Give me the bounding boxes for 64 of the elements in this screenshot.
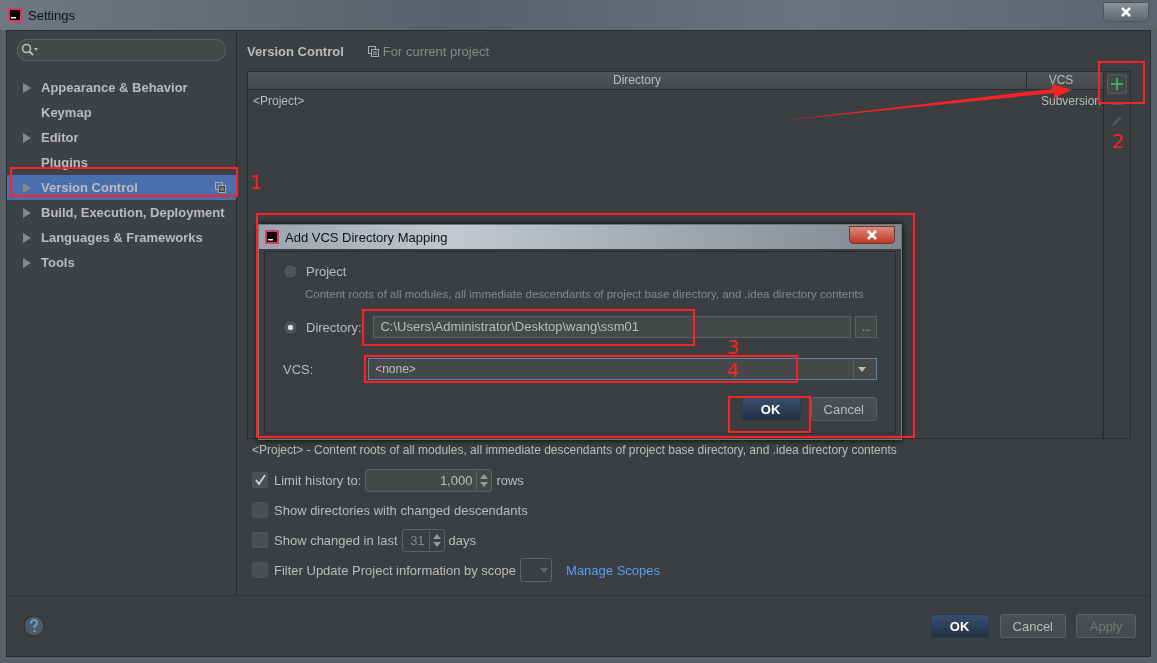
sidebar-item[interactable]: Tools: [7, 250, 236, 275]
sidebar-item[interactable]: Languages & Frameworks: [7, 225, 236, 250]
search-field[interactable]: [17, 39, 226, 61]
manage-scopes-link[interactable]: Manage Scopes: [566, 562, 660, 578]
expand-arrow-icon[interactable]: [23, 257, 31, 268]
expand-arrow-icon[interactable]: [23, 132, 31, 143]
scope-label: For current project: [382, 43, 489, 59]
ok-button[interactable]: OK: [740, 397, 801, 421]
vcs-label: VCS:: [283, 361, 315, 377]
close-button[interactable]: [1103, 2, 1149, 22]
highlight-frame: [1098, 61, 1145, 104]
table-cell-text: Subversion: [1039, 94, 1102, 108]
close-button[interactable]: [849, 226, 895, 244]
unit-label: rows: [496, 472, 524, 488]
table-cell-text: <Project>: [252, 94, 306, 108]
annotation-number: 1: [250, 174, 263, 190]
column-header[interactable]: Directory: [248, 72, 1027, 89]
note-text: <Project> - Content roots of all modules, all immediate descendants of project base directory, and .idea directory contents: [252, 443, 898, 457]
sidebar-item[interactable]: Keymap: [7, 100, 236, 125]
search-icon: [21, 43, 39, 57]
close-icon: [1121, 7, 1131, 17]
project-icon: [367, 45, 379, 57]
app-icon: [265, 230, 279, 244]
dialog-title: Add VCS Directory Mapping: [285, 229, 448, 245]
sidebar-item[interactable]: Version Control: [7, 175, 236, 200]
radio-label: Directory:: [306, 319, 362, 335]
hint-text: Content roots of all modules, all immediate descendants of project base directory, and .idea directory contents: [305, 288, 865, 300]
ok-button[interactable]: OK: [929, 614, 990, 638]
radio-button[interactable]: [283, 319, 298, 335]
checkbox[interactable]: [252, 502, 268, 518]
browse-button[interactable]: ...: [855, 316, 877, 338]
sidebar-item[interactable]: Appearance & Behavior: [7, 75, 236, 100]
window-title: Settings: [28, 7, 75, 23]
radio-button[interactable]: [283, 264, 298, 279]
option-label: Limit history to:: [274, 472, 362, 488]
close-icon: [867, 230, 877, 240]
sidebar-item[interactable]: Build, Execution, Deployment: [7, 200, 236, 225]
expand-arrow-icon[interactable]: [23, 207, 31, 218]
page-title: Version Control: [247, 43, 344, 59]
project-icon: [215, 182, 226, 193]
option-label: Show changed in last: [274, 532, 398, 548]
option-label: Show directories with changed descendants: [274, 502, 528, 518]
caret-icon: [540, 567, 549, 573]
scope-dropdown[interactable]: [520, 558, 553, 582]
expand-arrow-icon[interactable]: [23, 232, 31, 243]
column-header[interactable]: VCS: [1027, 72, 1095, 89]
help-icon[interactable]: [23, 615, 45, 637]
radio-label: Project: [306, 264, 347, 279]
unit-label: days: [448, 532, 477, 548]
cancel-button[interactable]: Cancel: [810, 397, 877, 421]
annotation-number: 3: [727, 339, 740, 355]
app-icon: [8, 8, 22, 22]
annotation-number: 2: [1112, 133, 1125, 149]
add-button[interactable]: [1107, 74, 1127, 94]
cancel-button[interactable]: Cancel: [999, 614, 1066, 638]
expand-arrow-icon[interactable]: [23, 82, 31, 93]
checkbox[interactable]: [252, 472, 268, 488]
sidebar-item[interactable]: Plugins: [7, 150, 236, 175]
sidebar-item[interactable]: Editor: [7, 125, 236, 150]
annotation-number: 4: [727, 362, 740, 378]
option-label: Filter Update Project information by scope: [274, 562, 517, 578]
number-spinner[interactable]: 1,000: [365, 468, 493, 492]
checkbox[interactable]: [252, 562, 268, 578]
directory-field[interactable]: C:\Users\Administrator\Desktop\wang\ssm01: [373, 316, 852, 338]
